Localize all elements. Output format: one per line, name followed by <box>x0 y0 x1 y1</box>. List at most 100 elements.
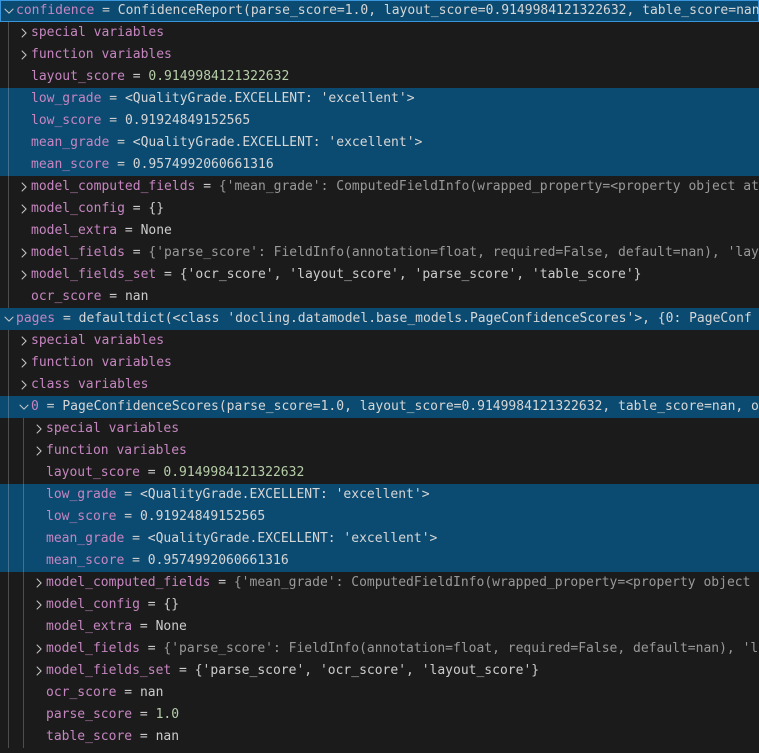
indent-guide <box>23 528 24 550</box>
chevron-right-icon[interactable] <box>31 575 46 591</box>
variable-row-ocr-score[interactable]: ocr_score = nan <box>0 286 759 308</box>
equals-sign: = <box>116 506 139 528</box>
variable-name: model_fields_set <box>31 264 156 286</box>
variable-row-special-variables[interactable]: special variables <box>0 418 759 440</box>
chevron-right-icon[interactable] <box>31 641 46 657</box>
variable-value: 0.9149984121322632 <box>148 66 289 88</box>
indent-guide <box>23 704 24 726</box>
variable-row-model-fields[interactable]: model_fields = {'parse_score': FieldInfo… <box>0 242 759 264</box>
variable-row-mean-grade[interactable]: mean_grade = <QualityGrade.EXCELLENT: 'e… <box>0 528 759 550</box>
twisty-spacer <box>16 91 31 107</box>
equals-sign: = <box>124 528 147 550</box>
twisty-spacer <box>31 487 46 503</box>
chevron-right-icon[interactable] <box>31 421 46 437</box>
variable-value: 0.9149984121322632 <box>163 462 304 484</box>
equals-sign: = <box>109 132 132 154</box>
variable-name: model_computed_fields <box>46 572 210 594</box>
variable-row-low-score[interactable]: low_score = 0.91924849152565 <box>0 110 759 132</box>
variable-row-mean-score[interactable]: mean_score = 0.9574992060661316 <box>0 154 759 176</box>
chevron-right-icon[interactable] <box>31 443 46 459</box>
indent-guide <box>8 154 9 176</box>
variable-row-function-variables[interactable]: function variables <box>0 44 759 66</box>
variable-name: model_config <box>31 198 125 220</box>
variable-row-function-variables[interactable]: function variables <box>0 352 759 374</box>
variable-row-function-variables[interactable]: function variables <box>0 440 759 462</box>
equals-sign: = <box>140 638 163 660</box>
variable-row-model-fields[interactable]: model_fields = {'parse_score': FieldInfo… <box>0 638 759 660</box>
equals-sign: = <box>94 0 117 22</box>
variable-row-pages[interactable]: pages = defaultdict(<class 'docling.data… <box>0 308 759 330</box>
variable-value: <QualityGrade.EXCELLENT: 'excellent'> <box>125 88 415 110</box>
indent-guide <box>8 484 9 506</box>
indent-guide <box>23 440 24 462</box>
variable-value: {} <box>163 594 179 616</box>
chevron-down-icon[interactable] <box>1 311 16 327</box>
variable-row-model-config[interactable]: model_config = {} <box>0 198 759 220</box>
indent-guide <box>23 682 24 704</box>
debug-variables-panel: confidence = ConfidenceReport(parse_scor… <box>0 0 759 753</box>
variable-row-model-extra[interactable]: model_extra = None <box>0 220 759 242</box>
variable-value: PageConfidenceScores(parse_score=1.0, la… <box>62 396 759 418</box>
variable-value: {'mean_grade': ComputedFieldInfo(wrapped… <box>219 176 759 198</box>
variable-row-table-score[interactable]: table_score = nan <box>0 726 759 748</box>
variable-row-model-config[interactable]: model_config = {} <box>0 594 759 616</box>
variable-row-low-grade[interactable]: low_grade = <QualityGrade.EXCELLENT: 'ex… <box>0 484 759 506</box>
chevron-right-icon[interactable] <box>16 47 31 63</box>
variable-row-mean-score[interactable]: mean_score = 0.9574992060661316 <box>0 550 759 572</box>
chevron-down-icon[interactable] <box>16 399 31 415</box>
variable-value: {'parse_score', 'ocr_score', 'layout_sco… <box>195 660 539 682</box>
chevron-right-icon[interactable] <box>31 663 46 679</box>
equals-sign: = <box>125 242 148 264</box>
equals-sign: = <box>132 726 155 748</box>
chevron-right-icon[interactable] <box>16 245 31 261</box>
variable-value: <QualityGrade.EXCELLENT: 'excellent'> <box>148 528 438 550</box>
variable-row-parse-score[interactable]: parse_score = 1.0 <box>0 704 759 726</box>
variable-row-model-computed-fields[interactable]: model_computed_fields = {'mean_grade': C… <box>0 176 759 198</box>
variable-name: special variables <box>31 330 164 352</box>
variable-value: ConfidenceReport(parse_score=1.0, layout… <box>118 0 759 22</box>
indent-guide <box>23 462 24 484</box>
twisty-spacer <box>31 707 46 723</box>
variable-name: model_fields <box>31 242 125 264</box>
variable-row-class-variables[interactable]: class variables <box>0 374 759 396</box>
variable-row-model-fields-set[interactable]: model_fields_set = {'ocr_score', 'layout… <box>0 264 759 286</box>
variable-name: low_grade <box>31 88 101 110</box>
variable-row-confidence[interactable]: confidence = ConfidenceReport(parse_scor… <box>0 0 759 22</box>
twisty-spacer <box>31 509 46 525</box>
indent-guide <box>8 572 9 594</box>
chevron-right-icon[interactable] <box>16 377 31 393</box>
variable-name: model_config <box>46 594 140 616</box>
chevron-down-icon[interactable] <box>1 3 16 19</box>
variable-row-model-computed-fields[interactable]: model_computed_fields = {'mean_grade': C… <box>0 572 759 594</box>
chevron-right-icon[interactable] <box>31 597 46 613</box>
indent-guide <box>8 286 9 308</box>
twisty-spacer <box>16 135 31 151</box>
variable-row-low-grade[interactable]: low_grade = <QualityGrade.EXCELLENT: 'ex… <box>0 88 759 110</box>
indent-guide <box>8 638 9 660</box>
variable-row-mean-grade[interactable]: mean_grade = <QualityGrade.EXCELLENT: 'e… <box>0 132 759 154</box>
twisty-spacer <box>31 465 46 481</box>
chevron-right-icon[interactable] <box>16 333 31 349</box>
variable-row-0[interactable]: 0 = PageConfidenceScores(parse_score=1.0… <box>0 396 759 418</box>
chevron-right-icon[interactable] <box>16 267 31 283</box>
variable-row-model-fields-set[interactable]: model_fields_set = {'parse_score', 'ocr_… <box>0 660 759 682</box>
variable-row-layout-score[interactable]: layout_score = 0.9149984121322632 <box>0 462 759 484</box>
variable-name: model_computed_fields <box>31 176 195 198</box>
variable-name: mean_grade <box>31 132 109 154</box>
chevron-right-icon[interactable] <box>16 25 31 41</box>
variable-row-special-variables[interactable]: special variables <box>0 330 759 352</box>
indent-guide <box>23 726 24 748</box>
equals-sign: = <box>140 594 163 616</box>
variable-row-low-score[interactable]: low_score = 0.91924849152565 <box>0 506 759 528</box>
equals-sign: = <box>124 550 147 572</box>
equals-sign: = <box>116 484 139 506</box>
variable-row-model-extra[interactable]: model_extra = None <box>0 616 759 638</box>
indent-guide <box>8 66 9 88</box>
chevron-right-icon[interactable] <box>16 179 31 195</box>
variable-row-special-variables[interactable]: special variables <box>0 22 759 44</box>
indent-guide <box>23 660 24 682</box>
variable-row-ocr-score[interactable]: ocr_score = nan <box>0 682 759 704</box>
chevron-right-icon[interactable] <box>16 201 31 217</box>
chevron-right-icon[interactable] <box>16 355 31 371</box>
variable-row-layout-score[interactable]: layout_score = 0.9149984121322632 <box>0 66 759 88</box>
